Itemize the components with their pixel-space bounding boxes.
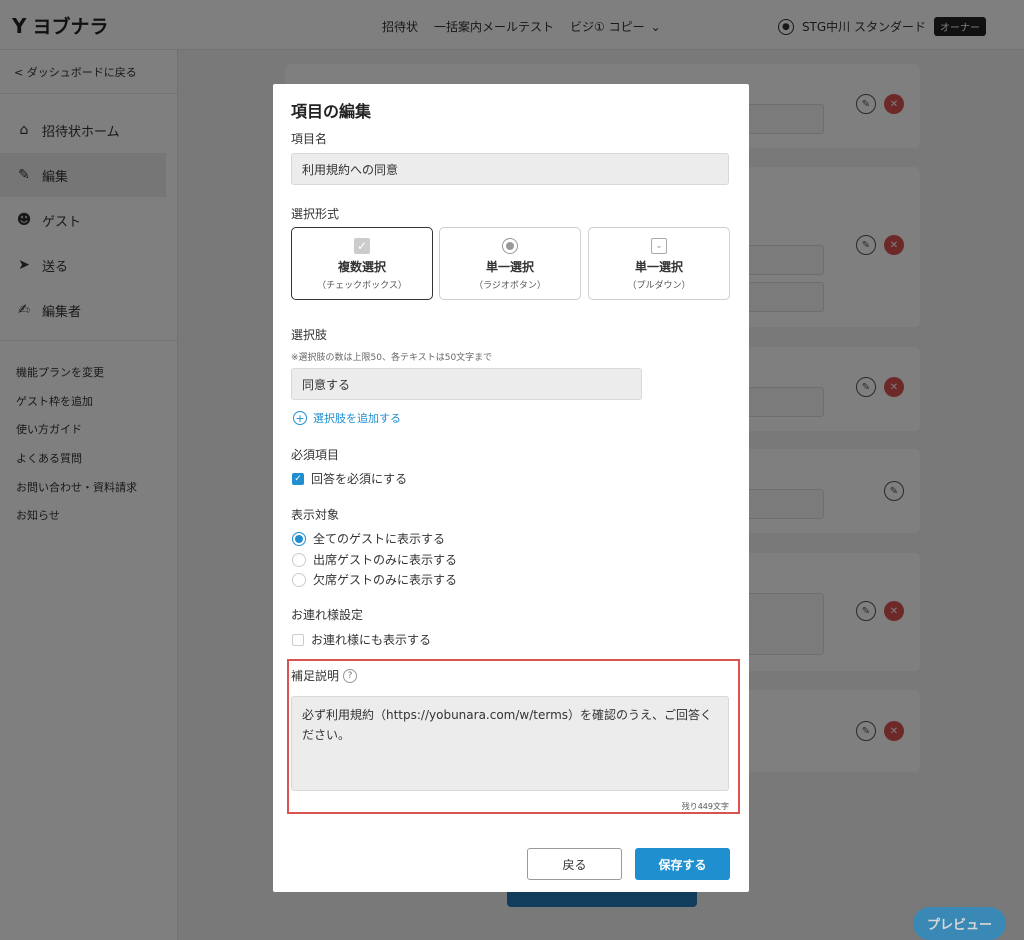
format-label: 選択形式 (291, 207, 340, 221)
dropdown-icon: ⌄ (651, 238, 667, 254)
add-option-button[interactable]: + 選択肢を追加する (293, 410, 401, 426)
display-target-label: 表示対象 (291, 508, 340, 522)
modal-title: 項目の編集 (291, 102, 372, 121)
item-name-input[interactable]: 利用規約への同意 (291, 153, 729, 185)
save-button[interactable]: 保存する (635, 848, 730, 880)
radio-icon[interactable] (292, 572, 306, 587)
format-option-radio[interactable]: 単一選択 （ラジオボタン） (439, 227, 581, 300)
format-option-checkbox[interactable]: ✓ 複数選択 （チェックボックス） (291, 227, 433, 300)
add-option-label: 選択肢を追加する (313, 412, 401, 425)
supplement-label-text: 補足説明 (291, 669, 340, 683)
help-icon[interactable]: ? (343, 668, 358, 683)
companion-label: お連れ様設定 (291, 608, 364, 622)
checkbox-checked-icon[interactable]: ✓ (292, 472, 304, 485)
edit-item-modal: 項目の編集 項目名 利用規約への同意 選択形式 ✓ 複数選択 （チェックボックス… (273, 84, 749, 892)
supplement-textarea[interactable]: 必ず利用規約（https://yobunara.com/w/terms）を確認の… (291, 696, 729, 791)
display-option-absent[interactable]: 欠席ゲストのみに表示する (292, 571, 457, 588)
format-option-name: 単一選択 (634, 260, 683, 274)
item-name-label: 項目名 (291, 132, 328, 146)
radio-icon (502, 238, 518, 254)
companion-checkbox-row[interactable]: お連れ様にも表示する (292, 631, 431, 648)
format-option-name: 複数選択 (337, 260, 386, 274)
checkbox-icon: ✓ (354, 238, 370, 254)
supplement-label: 補足説明 ? (291, 667, 358, 684)
required-label: 必須項目 (291, 448, 340, 462)
option-input[interactable]: 同意する (291, 368, 642, 400)
display-option-all[interactable]: 全てのゲストに表示する (292, 530, 445, 547)
plus-circle-icon: + (293, 411, 307, 425)
format-option-sub: （ラジオボタン） (474, 281, 546, 291)
display-option-label: 出席ゲストのみに表示する (313, 553, 458, 567)
radio-selected-icon[interactable] (292, 531, 306, 546)
required-checkbox-row[interactable]: ✓ 回答を必須にする (292, 470, 407, 487)
options-label: 選択肢 (291, 328, 328, 342)
char-counter: 残り449文字 (681, 802, 729, 811)
back-button[interactable]: 戻る (527, 848, 622, 880)
format-option-sub: （チェックボックス） (317, 281, 407, 291)
display-option-label: 欠席ゲストのみに表示する (313, 573, 458, 587)
preview-button[interactable]: プレビュー (913, 907, 1006, 940)
required-checkbox-label: 回答を必須にする (311, 472, 408, 486)
radio-icon[interactable] (292, 552, 306, 567)
companion-checkbox-label: お連れ様にも表示する (311, 633, 432, 647)
checkbox-icon[interactable] (292, 633, 304, 646)
display-option-attending[interactable]: 出席ゲストのみに表示する (292, 551, 457, 568)
format-option-name: 単一選択 (485, 260, 534, 274)
format-option-sub: （プルダウン） (627, 281, 691, 291)
options-note: ※選択肢の数は上限50、各テキストは50文字まで (291, 353, 493, 363)
display-option-label: 全てのゲストに表示する (313, 532, 446, 546)
format-option-dropdown[interactable]: ⌄ 単一選択 （プルダウン） (588, 227, 730, 300)
